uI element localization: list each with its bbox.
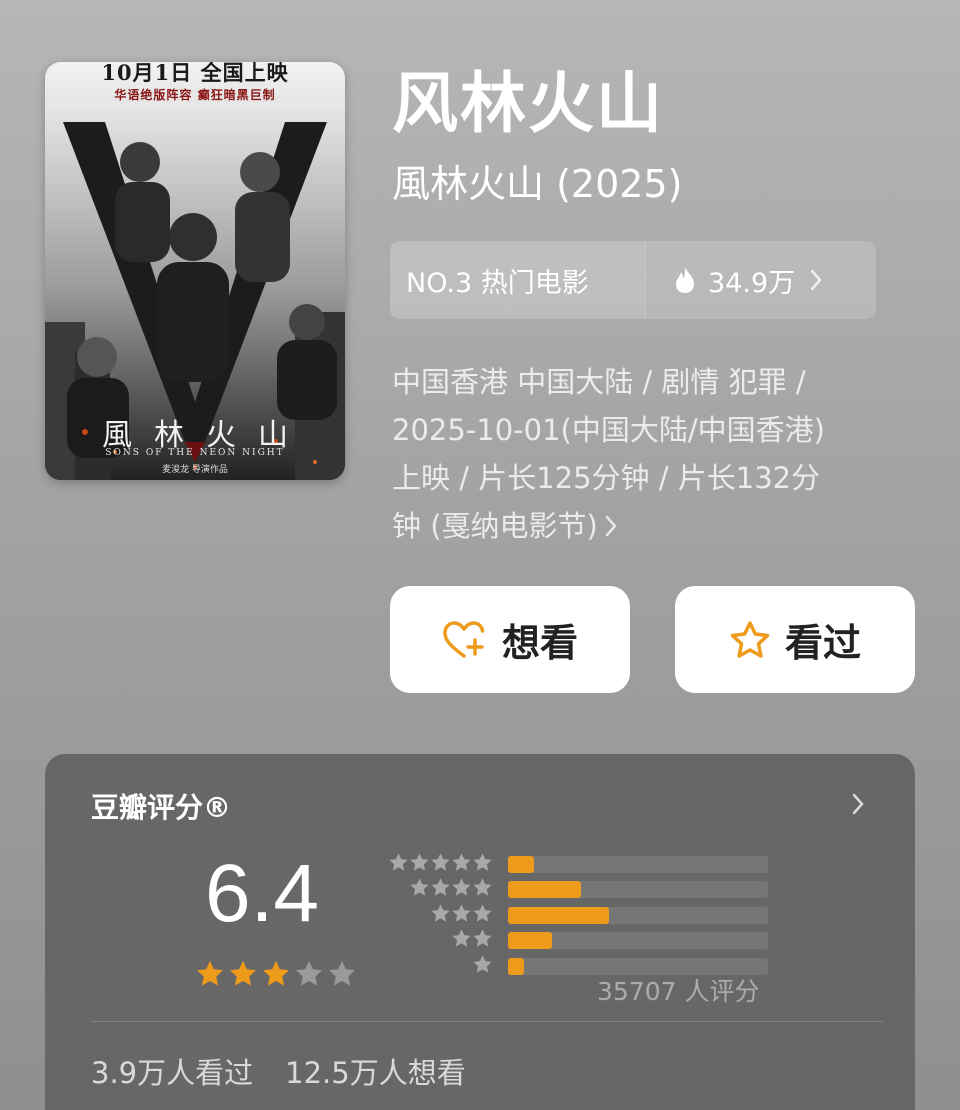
distribution-bar [508,906,610,924]
star-filled-icon [228,959,258,993]
flame-icon [674,266,696,294]
meta-line-2: 2025-10-01(中国大陆/中国香港) [392,413,825,447]
rating-stars [195,959,357,993]
distribution-track [508,881,768,898]
chevron-right-icon [809,268,823,292]
movie-title: 风林火山 [392,65,664,142]
star-outline-icon [729,620,771,660]
star-icon [472,877,493,902]
star-icon [451,852,472,877]
chevron-right-icon[interactable] [851,792,865,820]
star-icon [472,954,493,979]
distribution-bar [508,855,534,873]
star-icon [430,877,451,902]
distribution-row-5-star [383,852,768,876]
star-filled-icon [261,959,291,993]
distribution-track [508,855,768,873]
seen-label: 看过 [784,621,861,665]
ranking-pill[interactable]: NO.3 热门电影 34.9万 [390,241,876,319]
heat-value: 34.9万 [708,267,796,299]
meta-line-4-wrap: 钟 (戛纳电影节) [392,502,912,552]
movie-original-title: 風林火山 (2025) [392,162,683,206]
poster-director: 麦浚龙 导演作品 [162,465,228,475]
movie-poster[interactable]: 10月1日 全国上映 华语绝版阵容 癫狂暗黑巨制 風林火山 SONS OF TH… [45,62,345,480]
rating-card-title: 豆瓣评分® [91,791,232,824]
rank-label[interactable]: NO.3 热门电影 [390,241,645,319]
star-icon [451,877,472,902]
want-to-watch-button[interactable]: 想看 [390,586,630,693]
movie-detail-page: 10月1日 全国上映 华语绝版阵容 癫狂暗黑巨制 風林火山 SONS OF TH… [0,0,960,1110]
star-icon [472,928,493,953]
star-icon [451,903,472,928]
distribution-bar [508,957,524,975]
want-label: 想看 [501,621,578,665]
audience-stats: 3.9万人看过 12.5万人想看 [91,1050,466,1092]
rating-count: 35707 人评分 [597,977,760,1006]
star-icon [409,852,430,877]
star-icon [430,903,451,928]
heart-plus-icon [442,620,488,660]
distribution-bar [508,881,581,898]
wanted-count: 12.5万人想看 [285,1056,466,1090]
distribution-bar [508,932,553,949]
watched-count: 3.9万人看过 [91,1056,254,1090]
poster-banner: 10月1日 全国上映 [101,62,289,85]
distribution-stars [383,928,493,953]
star-empty-icon [294,959,324,993]
rating-distribution [383,852,768,980]
star-icon [409,877,430,902]
distribution-stars [383,903,493,928]
star-empty-icon [327,959,357,993]
chevron-right-icon[interactable] [604,504,618,552]
heat-indicator[interactable]: 34.9万 [645,241,876,319]
movie-meta[interactable]: 中国香港 中国大陆 / 剧情 犯罪 / 2025-10-01(中国大陆/中国香港… [392,358,912,552]
distribution-stars [383,954,493,979]
poster-tagline: 华语绝版阵容 癫狂暗黑巨制 [114,88,276,102]
distribution-row-2-star [383,929,768,953]
meta-line-3: 上映 / 片长125分钟 / 片长132分 [392,461,821,495]
star-icon [472,852,493,877]
meta-line-4: 钟 (戛纳电影节) [392,509,598,543]
star-icon [388,852,409,877]
distribution-row-4-star [383,878,768,902]
meta-line-1: 中国香港 中国大陆 / 剧情 犯罪 / [392,365,806,399]
distribution-row-3-star [383,903,768,927]
poster-title-en: SONS OF THE NEON NIGHT [105,448,285,458]
watched-button[interactable]: 看过 [675,586,915,693]
divider [91,1021,883,1022]
douban-rating-card[interactable]: 豆瓣评分® 6.4 35707 人评分 3.9万人看过 12.5万人想看 [45,754,915,1110]
distribution-stars [383,852,493,877]
distribution-track [508,932,768,949]
rating-score: 6.4 [205,848,319,939]
distribution-track [508,906,768,924]
star-filled-icon [195,959,225,993]
star-icon [472,903,493,928]
star-icon [451,928,472,953]
distribution-stars [383,877,493,902]
star-icon [430,852,451,877]
